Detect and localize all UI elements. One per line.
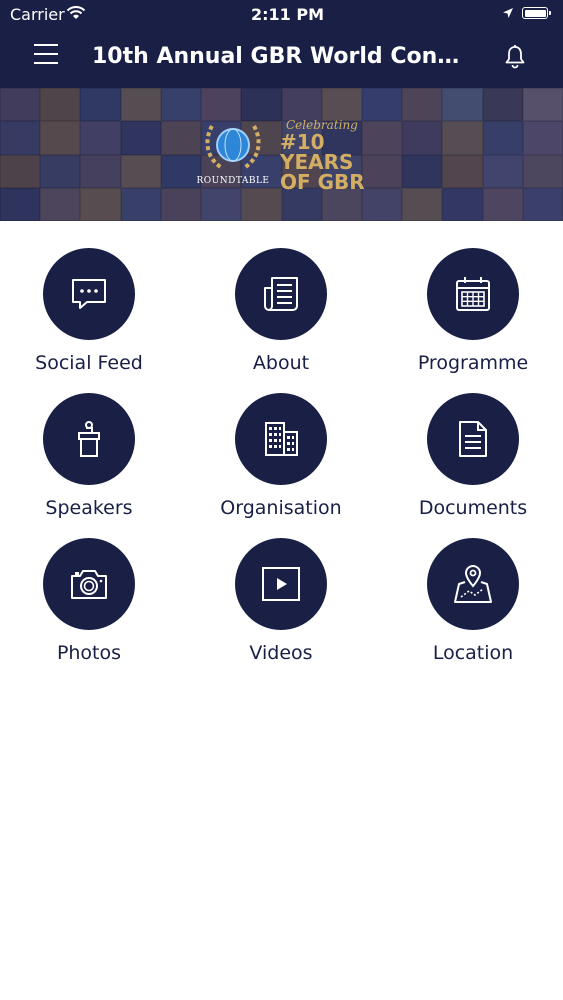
laurel-globe-emblem-icon — [205, 125, 261, 170]
document-icon — [459, 421, 487, 457]
tile-organisation[interactable]: Organisation — [206, 393, 356, 519]
tile-speakers[interactable]: Speakers — [14, 393, 164, 519]
tile-programme[interactable]: Programme — [398, 248, 548, 374]
camera-icon — [71, 570, 107, 599]
tile-location[interactable]: Location — [398, 538, 548, 664]
page-title: 10th Annual GBR World Congres... — [92, 44, 472, 69]
tile-about[interactable]: About — [206, 248, 356, 374]
buildings-icon — [265, 422, 298, 456]
podium-icon — [78, 421, 100, 457]
battery-icon — [522, 7, 551, 19]
tile-label: Videos — [249, 642, 313, 664]
newspaper-icon — [264, 277, 298, 311]
hamburger-menu-icon[interactable] — [34, 44, 60, 68]
gbr-logo-text: ROUNDTABLE — [196, 176, 270, 186]
tile-label: Photos — [56, 642, 122, 664]
ten-years-text: #10 YEARS OF GBR — [280, 130, 365, 194]
notification-bell-icon[interactable] — [503, 44, 527, 70]
tile-label: Location — [432, 642, 514, 664]
event-banner: ROUNDTABLE Celebrating #10 YEARS OF GBR — [0, 88, 563, 221]
tile-label: Programme — [417, 352, 529, 374]
tile-videos[interactable]: Videos — [206, 538, 356, 664]
tile-label: About — [252, 352, 310, 374]
tile-social-feed[interactable]: Social Feed — [14, 248, 164, 374]
map-pin-icon — [454, 564, 492, 603]
ten-years-gbr-logo: Celebrating #10 YEARS OF GBR — [278, 116, 368, 196]
wifi-icon — [66, 6, 86, 19]
top-app-bar: Carrier 2:11 PM 10th Annual GBR World Co… — [0, 0, 563, 88]
tile-label: Organisation — [220, 497, 342, 519]
tile-label: Social Feed — [35, 352, 143, 374]
tile-label: Documents — [418, 497, 528, 519]
location-arrow-icon — [503, 8, 513, 18]
clock: 2:11 PM — [251, 5, 325, 24]
tile-label: Speakers — [45, 497, 133, 519]
carrier-label: Carrier — [10, 5, 65, 24]
calendar-icon — [456, 277, 490, 311]
chat-bubble-icon — [72, 279, 106, 309]
video-play-icon — [262, 567, 300, 601]
tile-photos[interactable]: Photos — [14, 538, 164, 664]
tile-documents[interactable]: Documents — [398, 393, 548, 519]
gbr-roundtable-logo: ROUNDTABLE — [196, 118, 270, 198]
status-bar: Carrier 2:11 PM — [0, 0, 563, 30]
